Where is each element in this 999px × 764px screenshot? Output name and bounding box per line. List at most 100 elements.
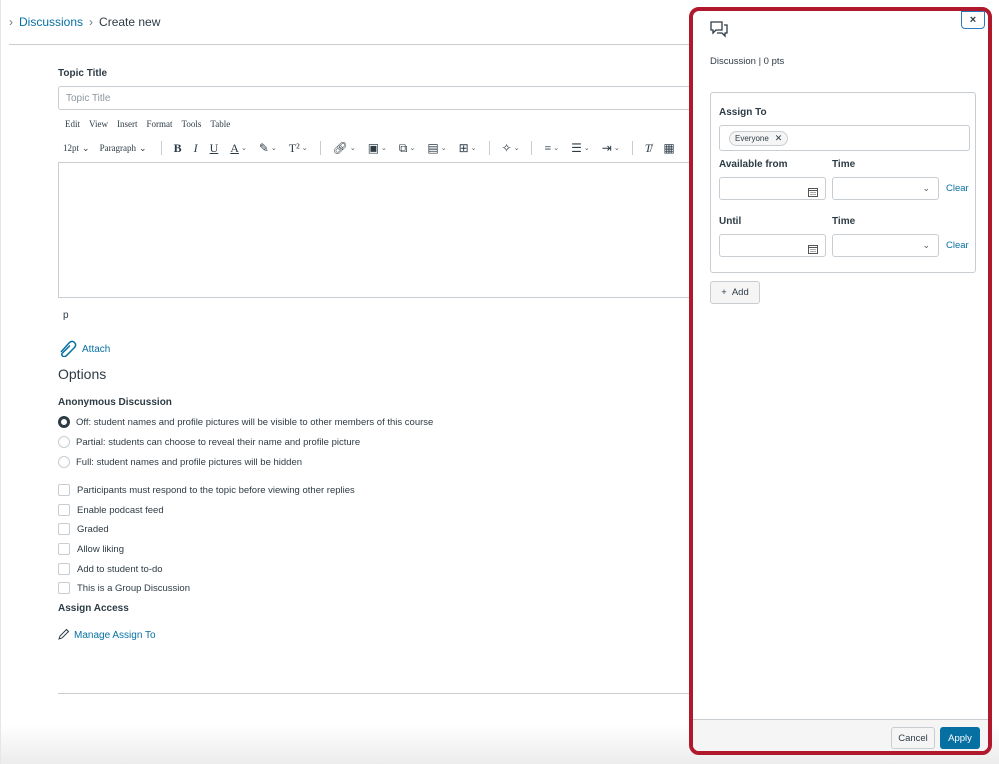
clear-formatting-icon[interactable]: T̸ [645, 141, 652, 156]
media-icon[interactable]: ⧉ ⌄ [399, 141, 415, 156]
menu-edit[interactable]: Edit [65, 119, 80, 129]
manage-assign-to-link[interactable]: Manage Assign To [58, 628, 156, 643]
checkbox[interactable] [58, 582, 70, 594]
breadcrumb-current: Create new [99, 15, 161, 29]
chevron-down-icon: ⌄ [82, 142, 90, 153]
header-divider [9, 44, 699, 45]
checkbox-podcast-feed[interactable]: Enable podcast feed [58, 504, 164, 516]
font-size-value: 12pt [63, 143, 80, 153]
checkbox-label: Participants must respond to the topic b… [77, 484, 355, 496]
menu-format[interactable]: Format [146, 119, 172, 129]
checkbox-student-todo[interactable]: Add to student to-do [58, 563, 163, 575]
checkbox-label: Graded [77, 523, 109, 535]
attach-label: Attach [82, 344, 111, 355]
until-time-label: Time [832, 216, 856, 227]
available-from-label: Available from [719, 159, 788, 170]
equation-icon[interactable]: ✧ ⌄ [502, 141, 520, 156]
toolbar-divider [631, 141, 633, 155]
calendar-icon[interactable] [808, 241, 818, 259]
checkbox-label: Add to student to-do [77, 563, 163, 575]
chevron-down-icon: ⌄ [922, 183, 930, 193]
close-icon: × [969, 14, 977, 26]
until-time-select[interactable]: ⌄ [832, 234, 939, 257]
checkbox[interactable] [58, 484, 70, 496]
pencil-icon [58, 628, 70, 643]
menu-insert[interactable]: Insert [117, 119, 138, 129]
radio-unselected[interactable] [58, 456, 70, 468]
topic-title-input[interactable] [58, 86, 698, 110]
checkbox-group-discussion[interactable]: This is a Group Discussion [58, 582, 190, 594]
checkbox-graded[interactable]: Graded [58, 523, 109, 535]
cancel-button[interactable]: Cancel [891, 727, 935, 749]
close-tray-button[interactable]: × [961, 11, 985, 29]
assignee-pill[interactable]: Everyone ✕ [729, 131, 789, 146]
breadcrumb-discussions-link[interactable]: Discussions [19, 15, 83, 29]
until-label: Until [719, 216, 742, 227]
radio-unselected[interactable] [58, 436, 70, 448]
chevron-down-icon: ⌄ [139, 142, 147, 153]
link-icon[interactable]: 🔗︎ ⌄ [333, 141, 356, 156]
available-from-date-input[interactable] [719, 177, 826, 200]
table-icon[interactable]: ▦ [663, 141, 674, 156]
italic-icon[interactable]: I [194, 141, 198, 156]
clear-until-button[interactable]: Clear [946, 240, 969, 251]
menu-view[interactable]: View [89, 119, 108, 129]
assign-to-tray: × Discussion | 0 pts Assign To Everyone … [689, 7, 992, 755]
available-from-time-select[interactable]: ⌄ [832, 177, 939, 200]
breadcrumb: › Discussions › Create new [9, 15, 160, 29]
add-label: Add [731, 287, 749, 298]
menu-tools[interactable]: Tools [181, 119, 201, 129]
assign-to-input[interactable]: Everyone ✕ [719, 125, 970, 151]
manage-assign-to-label: Manage Assign To [74, 630, 156, 641]
bullet-list-icon[interactable]: ☰ ⌄ [571, 141, 590, 156]
underline-icon[interactable]: U [210, 141, 219, 156]
topic-title-label: Topic Title [58, 68, 108, 79]
assignee-pill-label: Everyone [735, 134, 769, 143]
anonymous-discussion-label: Anonymous Discussion [58, 397, 172, 408]
radio-selected[interactable] [58, 416, 70, 428]
checkbox[interactable] [58, 563, 70, 575]
document-icon[interactable]: ▤ ⌄ [427, 141, 446, 156]
element-path-indicator: p [63, 310, 69, 321]
bold-icon[interactable]: B [174, 141, 182, 156]
checkbox[interactable] [58, 504, 70, 516]
checkbox[interactable] [58, 523, 70, 535]
chevron-right-icon: › [89, 15, 94, 29]
block-format-select[interactable]: Paragraph ⌄ [100, 143, 147, 154]
anonymous-option-off[interactable]: Off: student names and profile pictures … [58, 416, 433, 428]
rich-text-editor-area[interactable] [58, 162, 698, 298]
anonymous-option-partial-label: Partial: students can choose to reveal t… [76, 436, 361, 448]
text-color-icon[interactable]: A ⌄ [230, 141, 247, 156]
checkbox-label: This is a Group Discussion [77, 582, 190, 594]
checkbox-allow-liking[interactable]: Allow liking [58, 543, 124, 555]
checkbox[interactable] [58, 543, 70, 555]
toolbar-divider [531, 141, 533, 155]
until-date-input[interactable] [719, 234, 826, 257]
anonymous-option-full[interactable]: Full: student names and profile pictures… [58, 456, 302, 468]
anonymous-option-partial[interactable]: Partial: students can choose to reveal t… [58, 436, 360, 448]
superscript-icon[interactable]: T² ⌄ [289, 141, 308, 156]
options-heading: Options [58, 366, 107, 382]
clear-available-from-button[interactable]: Clear [946, 183, 969, 194]
toolbar-divider [319, 141, 321, 155]
checkbox-label: Enable podcast feed [77, 504, 164, 516]
apply-button[interactable]: Apply [940, 727, 980, 749]
apps-icon[interactable]: ⊞ ⌄ [459, 141, 477, 156]
font-size-select[interactable]: 12pt ⌄ [63, 143, 90, 154]
menu-table[interactable]: Table [210, 119, 230, 129]
paperclip-icon [58, 339, 78, 360]
block-format-value: Paragraph [99, 143, 137, 153]
highlight-color-icon[interactable]: ✎ ⌄ [259, 141, 277, 156]
add-assignment-button[interactable]: + Add [710, 281, 760, 304]
footer-divider [58, 693, 698, 694]
editor-toolbar: 12pt ⌄ Paragraph ⌄ B I U A ⌄ ✎ ⌄ T² ⌄ 🔗︎ ⌄ ▣ ⌄ … [63, 139, 679, 157]
anonymous-option-off-label: Off: student names and profile pictures … [76, 416, 434, 428]
assign-access-label: Assign Access [58, 603, 129, 614]
image-icon[interactable]: ▣ ⌄ [368, 141, 387, 156]
remove-assignee-icon[interactable]: ✕ [775, 133, 783, 144]
calendar-icon[interactable] [808, 184, 818, 202]
attach-button[interactable]: Attach [58, 339, 110, 360]
align-icon[interactable]: ≡ ⌄ [544, 141, 559, 156]
checkbox-must-respond[interactable]: Participants must respond to the topic b… [58, 484, 355, 496]
indent-icon[interactable]: ⇥ ⌄ [602, 141, 620, 156]
